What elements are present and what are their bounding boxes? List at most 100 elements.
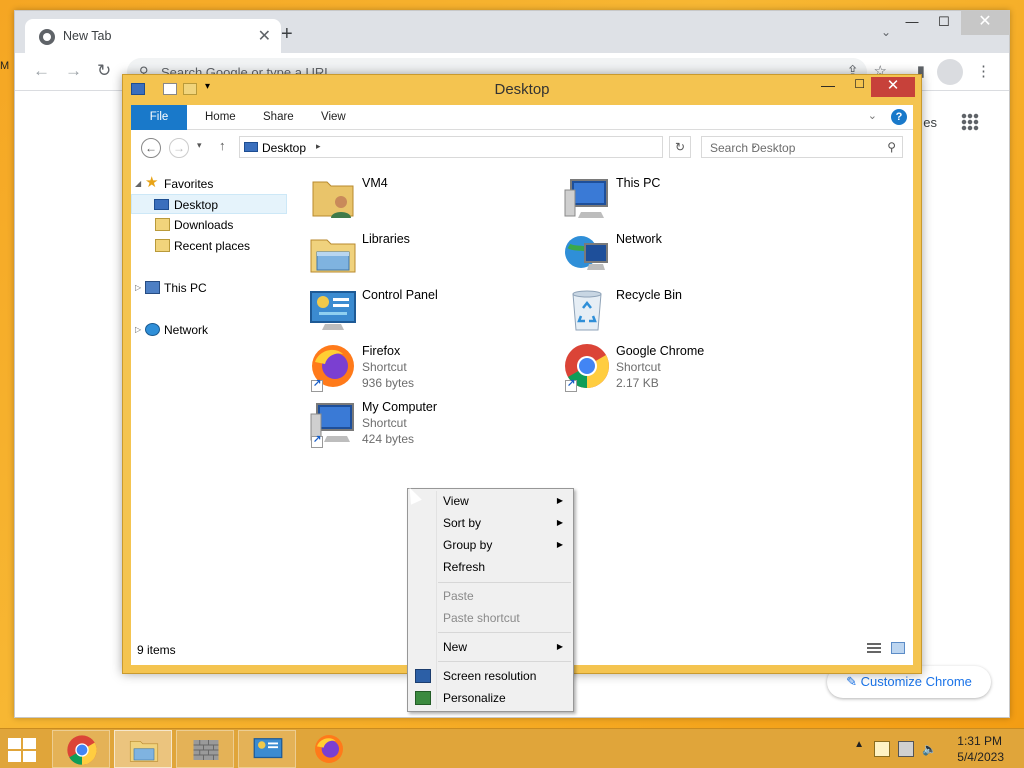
menu-label: Sort by (443, 516, 482, 530)
navigation-pane: ◢ ★ Favorites Desktop Downloads Recent p… (131, 174, 291, 637)
item-network[interactable]: Network (563, 230, 803, 282)
item-size: 424 bytes (362, 432, 415, 446)
explorer-close-button[interactable]: ✕ (871, 77, 915, 97)
brick-wall-icon (193, 740, 219, 760)
profile-avatar-icon[interactable] (937, 59, 963, 85)
recycle-bin-icon (572, 290, 602, 331)
chrome-menu-icon[interactable]: ⋮ (976, 62, 991, 80)
content-pane[interactable]: VM4 This PC Libraries Network Control Pa… (309, 174, 913, 637)
taskbar-firefox[interactable] (300, 730, 358, 768)
item-my-computer[interactable]: My Computer Shortcut 424 bytes (309, 398, 549, 450)
item-recycle-bin[interactable]: Recycle Bin (563, 286, 803, 338)
expand-triangle-icon[interactable]: ▷ (135, 278, 141, 298)
nav-label: Network (164, 323, 209, 337)
shortcut-arrow-icon (311, 378, 323, 392)
nav-downloads[interactable]: Downloads (131, 215, 287, 235)
item-type: Shortcut (362, 360, 407, 374)
taskbar-control-panel[interactable] (238, 730, 296, 768)
clock-date[interactable]: 5/4/2023 (957, 750, 1004, 764)
nav-desktop[interactable]: Desktop (131, 194, 287, 214)
chrome-tab-new-tab[interactable]: New Tab ✕ (25, 19, 281, 53)
computer-icon (564, 179, 608, 218)
item-control-panel[interactable]: Control Panel (309, 286, 549, 338)
nav-network[interactable]: ▷ Network (131, 320, 287, 340)
reload-icon[interactable]: ↻ (97, 61, 111, 81)
details-view-icon[interactable] (867, 643, 881, 655)
tab-search-chevron-icon[interactable]: ⌄ (881, 25, 891, 39)
breadcrumb-arrow-icon[interactable]: ▸ (316, 141, 321, 152)
explorer-maximize-button[interactable]: ☐ (854, 77, 865, 91)
item-name: VM4 (362, 176, 388, 190)
chrome-minimize-button[interactable]: — (895, 11, 929, 35)
ribbon-tab-home[interactable]: Home (191, 105, 250, 130)
search-input[interactable]: Search Desktop ⚲ (701, 136, 903, 158)
help-icon[interactable]: ? (891, 109, 907, 125)
ribbon-tab-view[interactable]: View (307, 105, 360, 130)
menu-separator (438, 582, 571, 583)
chrome-close-button[interactable]: ✕ (961, 11, 1009, 35)
start-windows-icon[interactable] (8, 738, 38, 762)
chrome-maximize-button[interactable]: ☐ (927, 11, 961, 35)
menu-item-personalize[interactable]: Personalize (410, 687, 571, 709)
menu-label: View (443, 494, 469, 508)
menu-separator (438, 661, 571, 662)
collapse-triangle-icon[interactable]: ◢ (135, 174, 141, 194)
menu-item-view[interactable]: View ▶ (410, 490, 571, 512)
menu-item-sort-by[interactable]: Sort by ▶ (410, 512, 571, 534)
volume-muted-icon[interactable]: 🔈 (922, 741, 938, 757)
address-text[interactable]: Desktop (262, 141, 306, 155)
ntp-shortcut-label[interactable]: es (923, 115, 937, 130)
up-arrow-icon[interactable]: ↑ (219, 138, 226, 153)
item-vm4[interactable]: VM4 (309, 174, 549, 226)
pencil-icon: ✎ (846, 674, 861, 689)
file-explorer-icon (129, 740, 159, 762)
menu-item-new[interactable]: New ▶ (410, 636, 571, 658)
nav-recent-places[interactable]: Recent places (131, 236, 287, 256)
recent-locations-icon[interactable]: ▾ (197, 140, 202, 151)
address-bar[interactable]: Desktop ▸ ⌄ (239, 136, 758, 158)
network-icon (565, 236, 608, 270)
computer-icon (145, 281, 160, 294)
large-icons-view-icon[interactable] (891, 642, 905, 654)
item-size: 936 bytes (362, 376, 415, 390)
firefox-icon (315, 735, 343, 763)
search-icon[interactable]: ⚲ (887, 140, 896, 154)
forward-button-icon[interactable]: → (169, 138, 189, 158)
menu-separator (438, 632, 571, 633)
menu-item-screen-resolution[interactable]: Screen resolution (410, 665, 571, 687)
item-google-chrome[interactable]: Google Chrome Shortcut 2.17 KB (563, 342, 803, 394)
clock-time[interactable]: 1:31 PM (957, 734, 1002, 748)
expand-triangle-icon[interactable]: ▷ (135, 320, 141, 340)
expand-ribbon-icon[interactable]: ⌄ (868, 109, 877, 122)
ribbon-tab-share[interactable]: Share (249, 105, 308, 130)
customize-chrome-label: Customize Chrome (860, 674, 972, 689)
back-button-icon[interactable]: ← (141, 138, 161, 158)
menu-item-paste-shortcut[interactable]: Paste shortcut (410, 607, 571, 629)
back-arrow-icon[interactable]: ← (33, 61, 50, 81)
taskbar-file-explorer[interactable] (114, 730, 172, 768)
user-folder-icon (312, 181, 354, 218)
refresh-icon[interactable]: ↻ (669, 136, 691, 158)
taskbar-chrome[interactable] (52, 730, 110, 768)
nav-label: Downloads (174, 218, 234, 232)
google-apps-icon[interactable] (961, 113, 979, 131)
menu-item-refresh[interactable]: Refresh (410, 556, 571, 578)
network-tray-icon[interactable] (898, 741, 914, 757)
explorer-titlebar[interactable]: ▾ Desktop — ☐ ✕ (123, 75, 921, 105)
nav-favorites[interactable]: ◢ ★ Favorites (131, 174, 287, 194)
new-tab-button[interactable]: + (281, 23, 293, 46)
item-libraries[interactable]: Libraries (309, 230, 549, 282)
menu-item-group-by[interactable]: Group by ▶ (410, 534, 571, 556)
forward-arrow-icon[interactable]: → (65, 61, 82, 81)
tab-close-icon[interactable]: ✕ (258, 26, 271, 46)
ribbon-tab-file[interactable]: File (131, 105, 187, 130)
explorer-minimize-button[interactable]: — (821, 77, 835, 93)
item-firefox[interactable]: Firefox Shortcut 936 bytes (309, 342, 549, 394)
action-center-flag-icon[interactable] (874, 741, 890, 757)
context-menu: View ▶ Sort by ▶ Group by ▶ Refresh Past… (407, 488, 574, 712)
item-this-pc[interactable]: This PC (563, 174, 803, 226)
menu-item-paste[interactable]: Paste (410, 585, 571, 607)
taskbar-firewall[interactable] (176, 730, 234, 768)
show-hidden-icons-icon[interactable]: ▲ (854, 739, 864, 750)
nav-this-pc[interactable]: ▷ This PC (131, 278, 287, 298)
